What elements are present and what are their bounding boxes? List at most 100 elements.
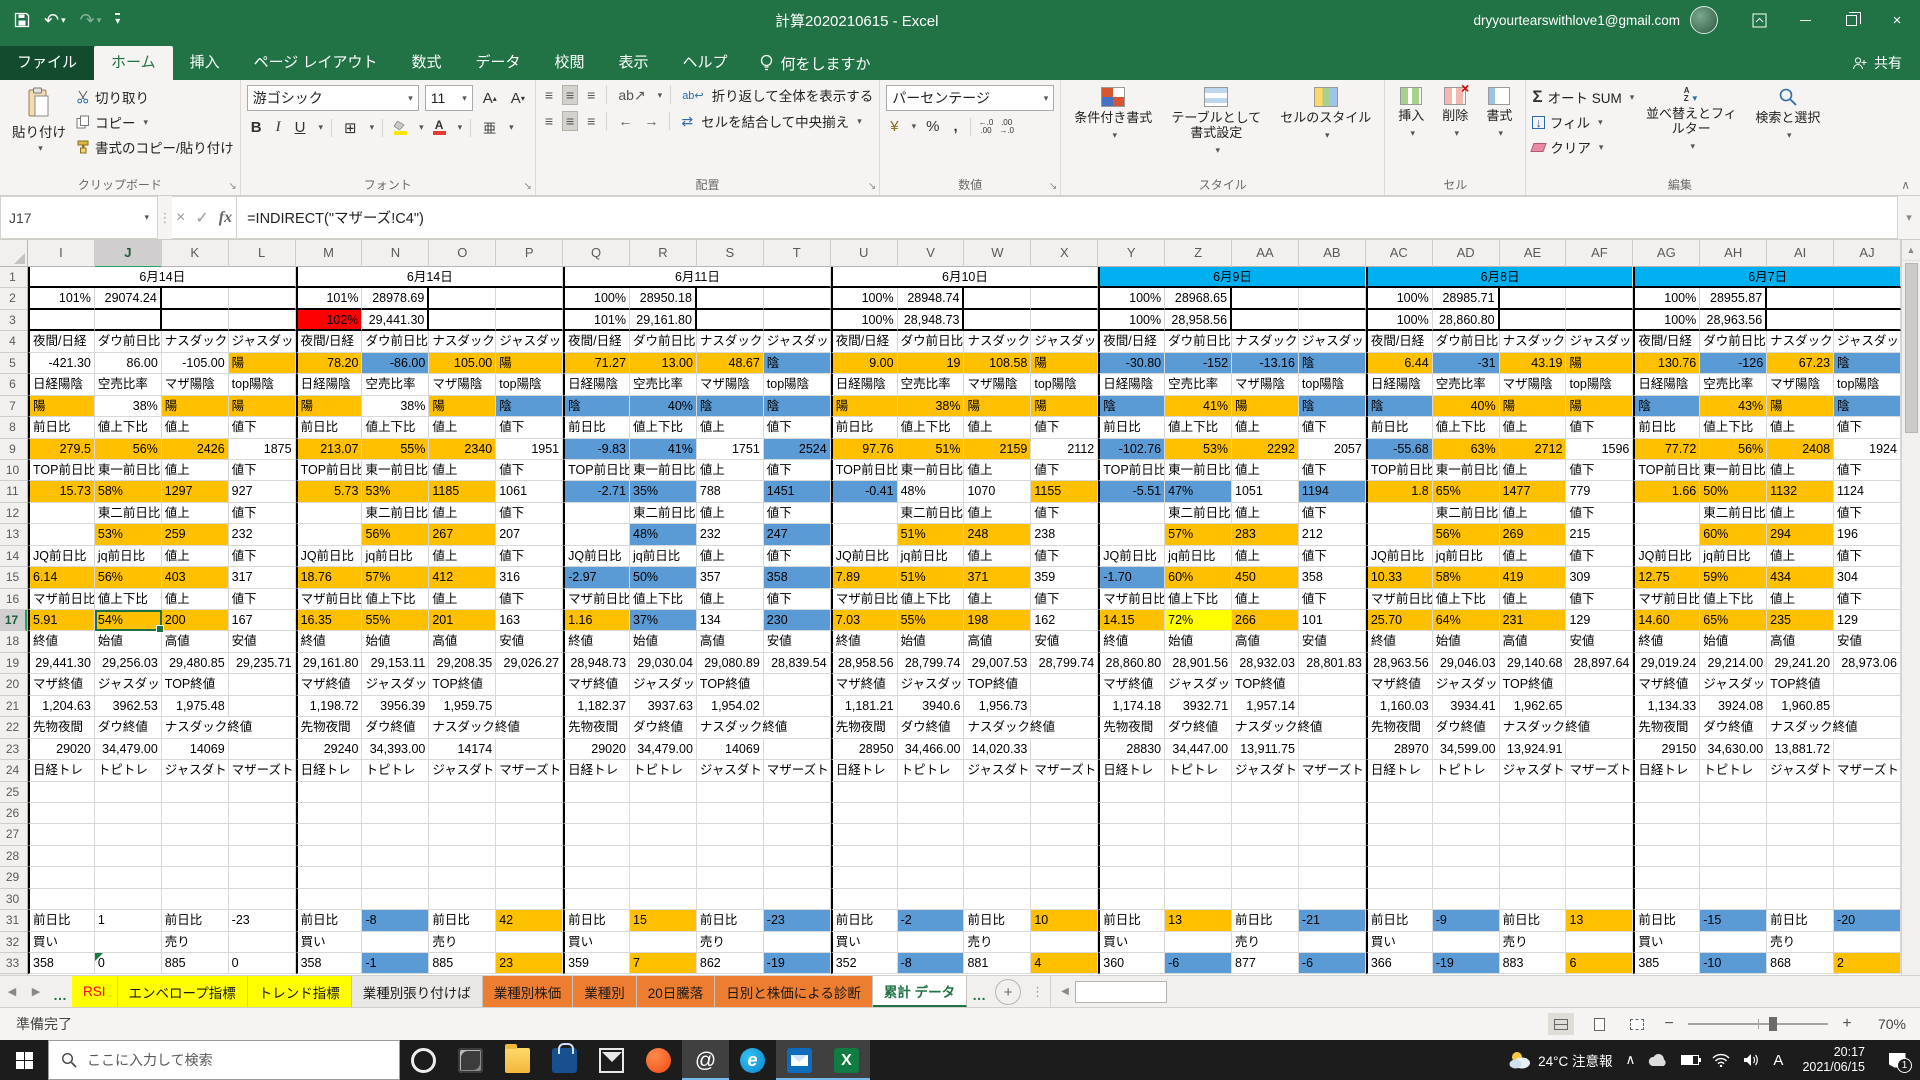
cell[interactable]: 値下 [1031, 460, 1098, 481]
cell[interactable]: 28948.74 [898, 288, 965, 309]
cell[interactable]: 始値 [362, 631, 429, 652]
collapse-ribbon-icon[interactable]: ∧ [1901, 178, 1910, 192]
cell[interactable]: 34,479.00 [630, 739, 697, 760]
cell[interactable]: 6 [1566, 953, 1633, 974]
cell[interactable]: 358 [296, 953, 363, 974]
cell[interactable]: -8 [898, 953, 965, 974]
cell[interactable]: 34,393.00 [362, 739, 429, 760]
ribbon-tab-4[interactable]: 数式 [394, 46, 458, 80]
cell[interactable] [429, 889, 496, 910]
cell[interactable]: 値下 [496, 417, 563, 438]
cell[interactable]: 値下 [764, 460, 831, 481]
cell[interactable]: 終値 [1633, 631, 1700, 652]
cell[interactable] [162, 310, 229, 331]
cell[interactable]: 207 [496, 524, 563, 545]
cell[interactable]: マザ前日比 [563, 589, 630, 610]
wifi-icon[interactable] [1712, 1053, 1730, 1067]
cell[interactable]: 86.00 [95, 353, 162, 374]
cell[interactable]: 28,860.80 [1098, 653, 1165, 674]
cell[interactable]: 先物夜間 [28, 717, 95, 738]
cell[interactable]: 108.58 [964, 353, 1031, 374]
cell[interactable] [229, 803, 296, 824]
cell[interactable] [630, 782, 697, 803]
cell[interactable]: 値下 [1834, 503, 1901, 524]
row-header-12[interactable]: 12 [0, 503, 27, 524]
comma-style-icon[interactable]: , [949, 117, 961, 136]
orientation-icon[interactable]: ab↗ [615, 86, 648, 105]
formula-bar-expand-icon[interactable]: ▾ [1898, 196, 1920, 239]
cell[interactable]: 47% [1165, 481, 1232, 502]
cell[interactable]: 値上 [429, 589, 496, 610]
cell[interactable] [95, 310, 162, 331]
column-header-O[interactable]: O [429, 240, 496, 268]
cell[interactable]: -126 [1700, 353, 1767, 374]
cell[interactable]: 58% [1433, 567, 1500, 588]
row-header-14[interactable]: 14 [0, 546, 27, 567]
cell[interactable] [697, 288, 764, 309]
cell[interactable]: 値上 [1232, 589, 1299, 610]
cell[interactable]: 東二前日比 [1433, 503, 1500, 524]
cell[interactable] [697, 846, 764, 867]
date-cell-1[interactable]: 6月14日 [296, 267, 564, 288]
cell[interactable] [1834, 310, 1901, 331]
row-header-18[interactable]: 18 [0, 631, 27, 652]
cell[interactable]: 値上 [697, 503, 764, 524]
cell[interactable]: JQ前日比 [1098, 546, 1165, 567]
cell[interactable]: 値上下比 [1700, 417, 1767, 438]
sheet-overflow-right-icon[interactable]: … [967, 976, 991, 1007]
cell[interactable] [898, 867, 965, 888]
cell[interactable] [1366, 889, 1433, 910]
cell[interactable] [764, 932, 831, 953]
cell[interactable]: 値上下比 [898, 417, 965, 438]
sheet-tab-0[interactable]: RSI [72, 976, 118, 1007]
cell[interactable]: 29,441.30 [362, 310, 429, 331]
cell[interactable] [296, 803, 363, 824]
cell[interactable]: TOP前日比 [563, 460, 630, 481]
page-layout-view-icon[interactable] [1586, 1013, 1612, 1035]
cell[interactable]: ナスダック終値 [1500, 717, 1634, 738]
cell[interactable]: -10 [1700, 953, 1767, 974]
row-header-2[interactable]: 2 [0, 288, 27, 309]
cell[interactable] [229, 932, 296, 953]
cell[interactable]: 値下 [1299, 417, 1366, 438]
cell[interactable] [1165, 867, 1232, 888]
cell[interactable] [831, 503, 898, 524]
cell[interactable]: 値上 [162, 460, 229, 481]
sheet-overflow-left-icon[interactable]: … [48, 976, 72, 1007]
cell[interactable]: ジャスダッ [1700, 674, 1767, 695]
insert-function-icon[interactable]: fx [219, 209, 232, 227]
cell[interactable]: 7.03 [831, 610, 898, 631]
row-header-9[interactable]: 9 [0, 439, 27, 460]
cell[interactable]: ナスダック終値 [1232, 717, 1366, 738]
cell[interactable] [1700, 846, 1767, 867]
name-box[interactable]: J17▾ [0, 196, 158, 239]
cell[interactable]: ナスダック終値 [697, 717, 831, 738]
cell[interactable]: 陰 [1098, 396, 1165, 417]
cell[interactable] [496, 310, 563, 331]
cell[interactable]: 29,214.00 [1700, 653, 1767, 674]
cell[interactable]: 日経陽陰 [296, 374, 363, 395]
cell[interactable]: 値上 [162, 503, 229, 524]
cell[interactable]: 56% [95, 439, 162, 460]
cell[interactable]: 232 [229, 524, 296, 545]
cell[interactable]: 陰 [764, 396, 831, 417]
cell[interactable]: 日経陽陰 [28, 374, 95, 395]
cell[interactable]: -2 [898, 910, 965, 931]
cell[interactable]: 167 [229, 610, 296, 631]
cell[interactable] [296, 782, 363, 803]
cell[interactable] [1633, 782, 1700, 803]
cell[interactable]: 東一前日比 [1700, 460, 1767, 481]
cell[interactable]: 値下 [1566, 546, 1633, 567]
cell[interactable]: 294 [1767, 524, 1834, 545]
cell[interactable]: 29,480.85 [162, 653, 229, 674]
cell[interactable]: -8 [362, 910, 429, 931]
cell[interactable]: 55% [898, 610, 965, 631]
cell[interactable]: 陽 [429, 396, 496, 417]
cell[interactable] [229, 310, 296, 331]
cell[interactable]: 陰 [1299, 353, 1366, 374]
row-header-5[interactable]: 5 [0, 353, 27, 374]
cell[interactable]: 359 [1031, 567, 1098, 588]
font-color-icon[interactable]: A [430, 120, 449, 135]
cell[interactable]: 東一前日比 [630, 460, 697, 481]
increase-indent-icon[interactable]: → [641, 112, 661, 130]
